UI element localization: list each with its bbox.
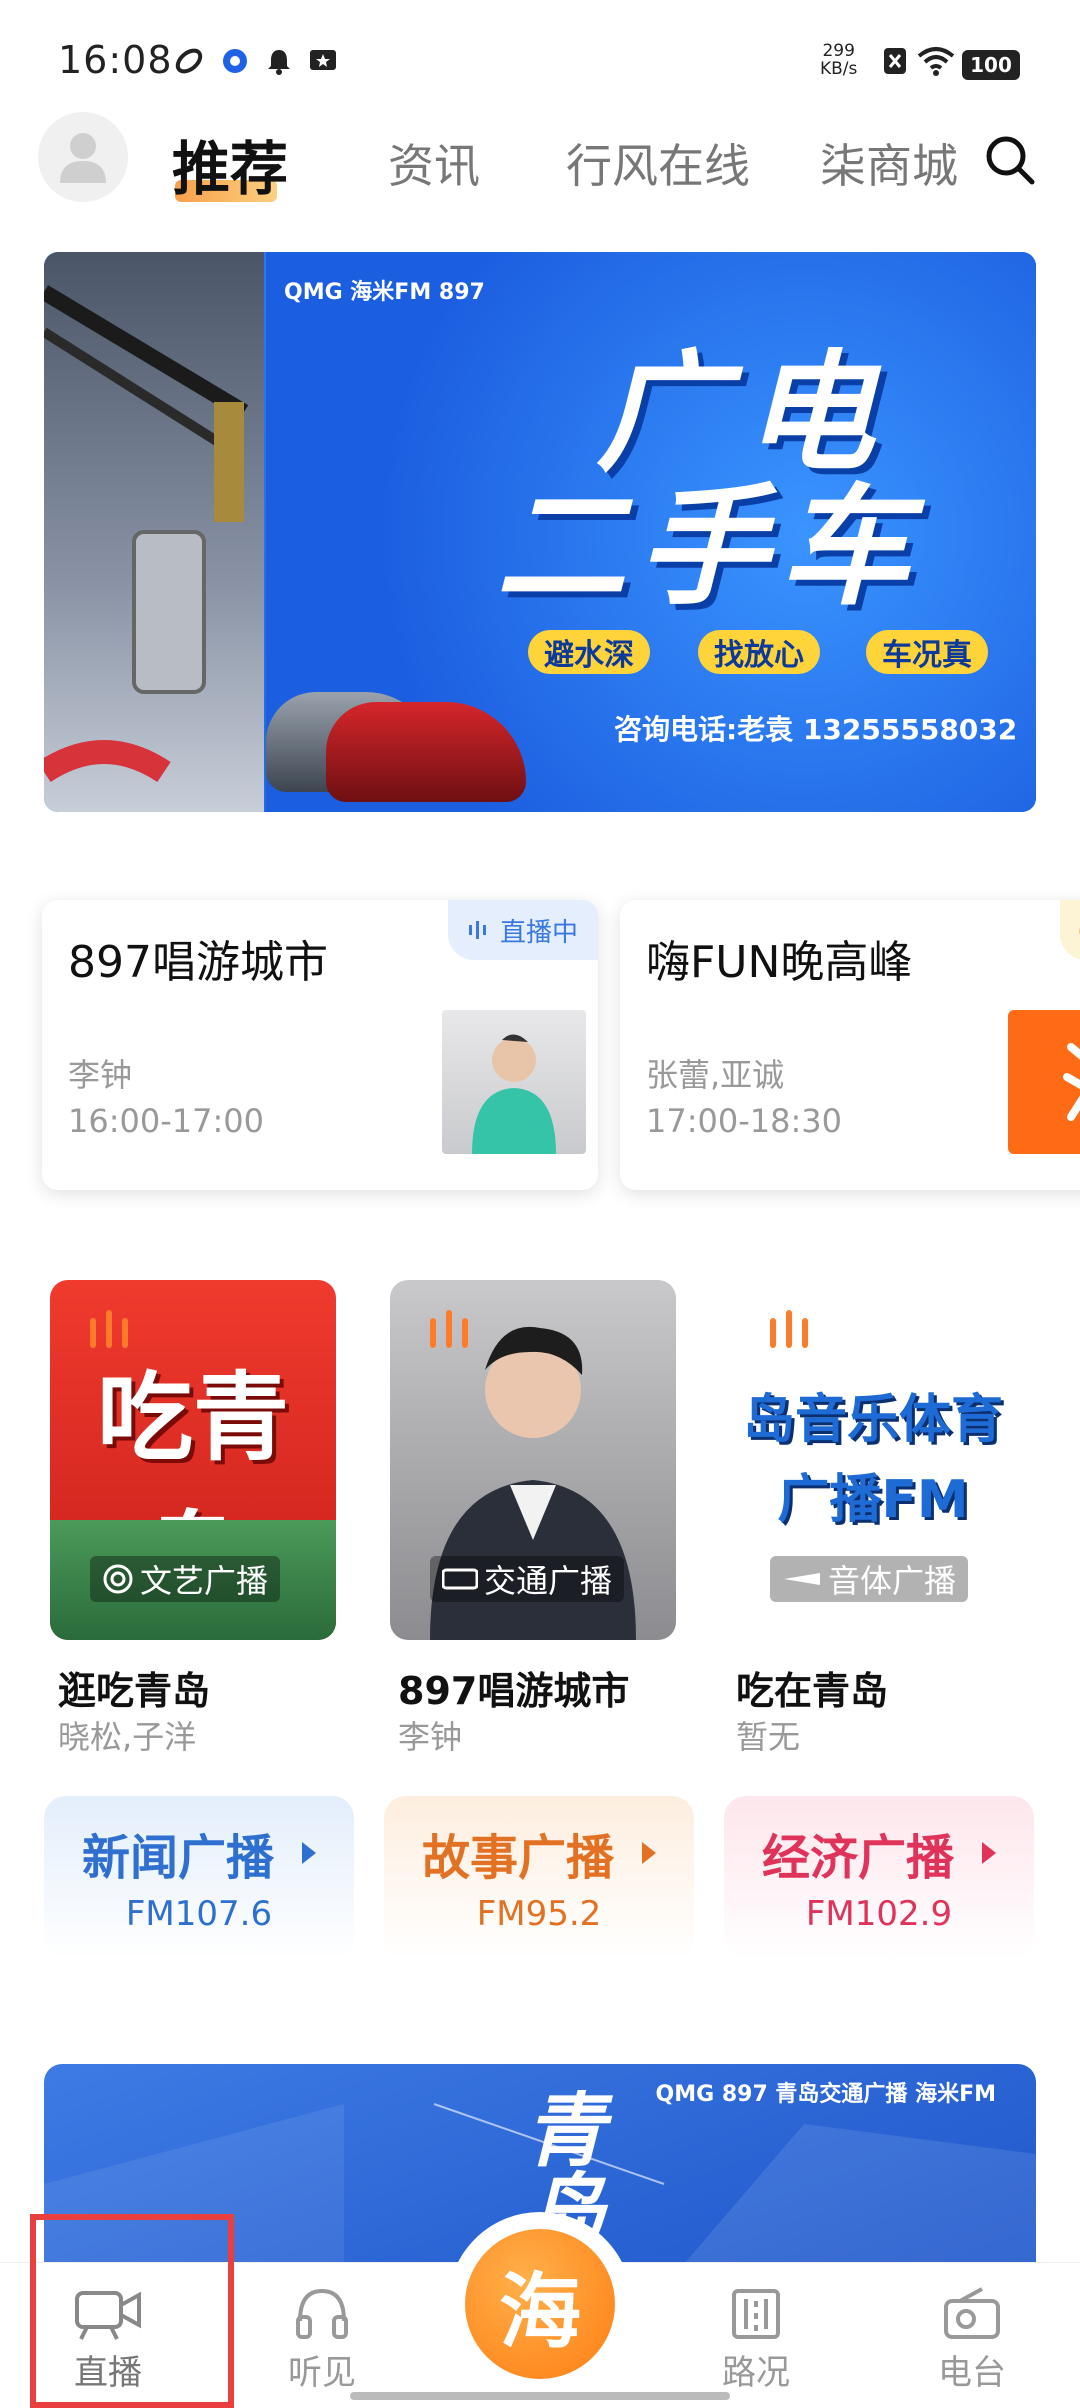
- recommend-card-cover[interactable]: 岛音乐体育 广播FM 音体广播: [730, 1280, 1016, 1640]
- program-cover: [1008, 1010, 1080, 1154]
- live-badge: 直播中: [447, 900, 598, 960]
- channel-logo-icon: [784, 1573, 820, 1585]
- station-news-button[interactable]: 新闻广播 FM107.6: [44, 1796, 354, 1960]
- nav-radio[interactable]: 电台: [912, 2285, 1032, 2394]
- recommend-host: 暂无: [736, 1718, 801, 1756]
- banner-pill: 避水深: [528, 630, 650, 674]
- tab-mall[interactable]: 柒商城: [820, 130, 958, 196]
- program-host: 李钟: [68, 1056, 133, 1094]
- channel-label: 音体广播: [770, 1556, 969, 1602]
- battery-indicator: 100: [962, 50, 1020, 80]
- recommend-host: 晓松,子洋: [58, 1718, 197, 1756]
- cover-art-text: 岛音乐体育 广播FM: [742, 1390, 1003, 1530]
- tab-recommend[interactable]: 推荐: [172, 122, 288, 206]
- channel-logo-icon: [103, 1564, 133, 1594]
- nav-hai-center-button[interactable]: 海: [448, 2212, 632, 2396]
- nav-listen[interactable]: 听见: [262, 2285, 382, 2394]
- link-icon: [172, 46, 206, 76]
- tab-service-online[interactable]: 行风在线: [566, 130, 750, 196]
- promo-logos: QMG 897 青岛交通广播 海米FM: [655, 2082, 996, 2107]
- channel-label: 文艺广播: [90, 1556, 281, 1602]
- program-card[interactable]: 嗨FUN晚高峰 张蕾,亚诚 17:00-18:30: [620, 900, 1080, 1190]
- play-arrow-icon: [302, 1842, 316, 1864]
- channel-label: 交通广播: [430, 1556, 625, 1602]
- sim-icon: [878, 46, 912, 76]
- program-time: 16:00-17:00: [68, 1102, 264, 1140]
- message-icon: [306, 46, 340, 76]
- station-economy-button[interactable]: 经济广播 FM102.9: [724, 1796, 1034, 1960]
- nav-traffic[interactable]: 路况: [696, 2285, 816, 2394]
- audio-bars-icon: [430, 1310, 468, 1348]
- recommend-title[interactable]: 897唱游城市: [398, 1660, 629, 1715]
- upcoming-badge: [1060, 900, 1080, 960]
- recommend-card-cover[interactable]: 吃青岛 文艺广播: [50, 1280, 336, 1640]
- station-frequency: FM102.9: [805, 1894, 953, 1934]
- banner-carousel[interactable]: QMG 海米FM 897 广电 二手车 避水深 找放心 车况真 咨询电话:老袁 …: [44, 252, 1036, 812]
- station-name: 经济广播: [762, 1830, 955, 1886]
- user-avatar[interactable]: [38, 112, 128, 202]
- banner-logos: QMG 海米FM 897: [284, 280, 485, 305]
- program-host: 张蕾,亚诚: [646, 1056, 785, 1094]
- station-name: 新闻广播: [82, 1830, 275, 1886]
- app-badge-icon: [218, 46, 252, 76]
- banner-phone: 咨询电话:老袁 13255558032: [614, 713, 1018, 746]
- banner-title-line2: 二手车: [496, 471, 923, 623]
- home-indicator[interactable]: [350, 2392, 730, 2400]
- search-button[interactable]: [982, 132, 1038, 188]
- tab-news[interactable]: 资讯: [388, 130, 480, 196]
- car-image: [326, 702, 526, 802]
- program-title: 897唱游城市: [68, 937, 328, 988]
- play-arrow-icon: [642, 1842, 656, 1864]
- hai-logo-icon: 海: [465, 2229, 615, 2379]
- recommend-title[interactable]: 吃在青岛: [736, 1660, 888, 1715]
- program-title: 嗨FUN晚高峰: [646, 937, 913, 988]
- bell-icon: [262, 46, 296, 76]
- user-icon: [60, 133, 106, 183]
- banner-active-slide: QMG 海米FM 897 广电 二手车 避水深 找放心 车况真 咨询电话:老袁 …: [266, 252, 1036, 812]
- host-photo: [442, 1010, 586, 1154]
- banner-pill: 车况真: [866, 630, 988, 674]
- net-speed: 299 KB/s: [820, 41, 858, 79]
- banner-pill: 找放心: [698, 630, 820, 674]
- station-frequency: FM107.6: [125, 1894, 273, 1934]
- selection-highlight: [30, 2214, 234, 2408]
- recommend-title[interactable]: 逛吃青岛: [58, 1660, 210, 1715]
- program-card[interactable]: 897唱游城市 直播中 李钟 16:00-17:00: [42, 900, 598, 1190]
- station-story-button[interactable]: 故事广播 FM95.2: [384, 1796, 694, 1960]
- headphones-icon: [296, 2288, 348, 2339]
- recommend-card-cover[interactable]: 交通广播: [390, 1280, 676, 1640]
- radio-icon: [944, 2287, 1000, 2339]
- status-bar: 16:08 299 KB/s 100: [0, 0, 1080, 120]
- channel-logo-icon: [442, 1568, 478, 1590]
- audio-bars-icon: [770, 1310, 808, 1348]
- wifi-icon: [916, 46, 956, 76]
- audio-bars-icon: [90, 1310, 128, 1348]
- live-wave-icon: [468, 921, 486, 939]
- status-time: 16:08: [58, 38, 173, 82]
- recommend-host: 李钟: [398, 1718, 463, 1756]
- search-icon: [986, 136, 1035, 185]
- banner-prev-slide: [44, 252, 264, 812]
- microphone-arm-image: [44, 285, 249, 783]
- program-time: 17:00-18:30: [646, 1102, 842, 1140]
- station-frequency: FM95.2: [476, 1894, 602, 1934]
- hai-logo-icon: [1063, 1043, 1080, 1121]
- road-icon: [732, 2289, 780, 2339]
- station-name: 故事广播: [422, 1830, 615, 1886]
- play-arrow-icon: [982, 1842, 996, 1864]
